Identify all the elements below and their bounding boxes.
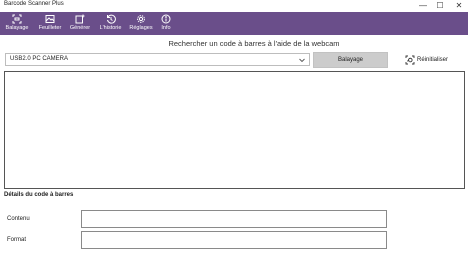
content-field[interactable] — [81, 210, 387, 228]
toolbar-label: L'historie — [99, 25, 122, 31]
scan-button[interactable]: Balayage — [313, 52, 388, 68]
toolbar-label: Générer — [69, 25, 91, 31]
toolbar-item-balayage[interactable]: Balayage — [3, 12, 31, 35]
toolbar-label: Info — [161, 25, 171, 31]
camera-select-value: USB2.0 PC CAMERA — [10, 56, 69, 62]
details-title: Détails du code à barres — [4, 192, 74, 198]
content-label: Contenu — [7, 216, 30, 222]
maximize-button[interactable]: ☐ — [433, 0, 447, 12]
reset-scan-icon — [405, 55, 415, 65]
minimize-button[interactable]: — — [416, 0, 430, 12]
toolbar-label: Balayage — [5, 25, 29, 31]
browse-image-icon — [45, 15, 55, 23]
reset-button[interactable]: Réinitialiser — [405, 54, 448, 66]
format-field[interactable] — [81, 231, 387, 249]
toolbar-item-feuilleter[interactable]: Feuilleter — [36, 12, 64, 35]
info-icon — [161, 14, 171, 24]
gear-icon — [137, 15, 145, 23]
toolbar-item-info[interactable]: Info — [156, 12, 176, 35]
camera-select[interactable]: USB2.0 PC CAMERA — [5, 53, 310, 66]
page-heading: Rechercher un code à barres à l'aide de … — [168, 39, 340, 48]
title-bar: Barcode Scanner Plus — ☐ ✕ — [0, 0, 468, 12]
chevron-down-icon — [299, 58, 305, 63]
toolbar-label: Feuilleter — [38, 25, 62, 31]
toolbar: Balayage Feuilleter Générer L'historie R… — [0, 12, 468, 35]
toolbar-item-historie[interactable]: L'historie — [97, 12, 124, 35]
window-title: Barcode Scanner Plus — [4, 1, 64, 7]
toolbar-item-reglages[interactable]: Réglages — [128, 12, 154, 35]
webcam-preview — [4, 71, 465, 189]
history-icon — [106, 14, 116, 24]
close-button[interactable]: ✕ — [452, 0, 466, 12]
toolbar-label: Réglages — [129, 25, 153, 31]
generate-icon — [75, 14, 85, 24]
scan-icon — [12, 14, 22, 24]
reset-button-label: Réinitialiser — [417, 57, 449, 63]
format-label: Format — [7, 237, 27, 243]
toolbar-item-generer[interactable]: Générer — [67, 12, 93, 35]
